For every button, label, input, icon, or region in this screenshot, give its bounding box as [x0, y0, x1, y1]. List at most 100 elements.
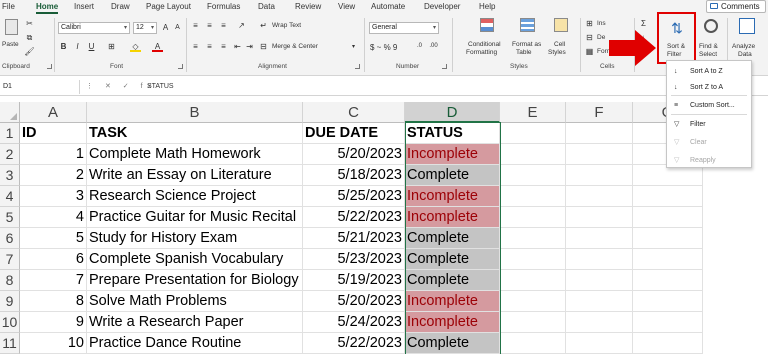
- empty-cell[interactable]: [633, 270, 703, 291]
- font-launcher-icon[interactable]: [178, 64, 183, 69]
- empty-cell[interactable]: [566, 186, 633, 207]
- status-cell[interactable]: Complete: [405, 249, 500, 270]
- empty-cell[interactable]: [566, 249, 633, 270]
- tab-data[interactable]: Data: [258, 0, 275, 14]
- menu-item-sort-z-to-a[interactable]: ↓ Sort Z to A: [667, 81, 751, 95]
- status-cell[interactable]: Incomplete: [405, 312, 500, 333]
- due-date-cell[interactable]: 5/18/2023: [303, 165, 405, 186]
- spreadsheet-grid[interactable]: ABCDEFG1234567891011IDTASKDUE DATESTATUS…: [0, 102, 768, 354]
- empty-cell[interactable]: [633, 249, 703, 270]
- empty-cell[interactable]: [633, 291, 703, 312]
- insert-cells-label[interactable]: Ins: [597, 20, 606, 27]
- status-cell[interactable]: Incomplete: [405, 207, 500, 228]
- empty-cell[interactable]: [566, 291, 633, 312]
- row-header-5[interactable]: 5: [0, 207, 20, 228]
- insert-cells-icon[interactable]: ⊞: [584, 18, 595, 29]
- empty-cell[interactable]: [633, 333, 703, 354]
- status-cell[interactable]: Complete: [405, 333, 500, 354]
- row-header-6[interactable]: 6: [0, 228, 20, 249]
- tab-view[interactable]: View: [338, 0, 355, 14]
- cell-styles-button[interactable]: Cell Styles: [548, 17, 574, 61]
- empty-cell[interactable]: [566, 207, 633, 228]
- status-cell[interactable]: Complete: [405, 228, 500, 249]
- copy-icon[interactable]: ⧉: [24, 32, 35, 43]
- empty-cell[interactable]: [500, 165, 566, 186]
- column-header-b[interactable]: B: [87, 102, 303, 123]
- row-header-2[interactable]: 2: [0, 144, 20, 165]
- id-cell[interactable]: 6: [20, 249, 87, 270]
- empty-cell[interactable]: [633, 165, 703, 186]
- id-cell[interactable]: 3: [20, 186, 87, 207]
- row-header-11[interactable]: 11: [0, 333, 20, 354]
- comments-button[interactable]: Comments: [706, 0, 766, 13]
- tab-insert[interactable]: Insert: [74, 0, 94, 14]
- formula-input[interactable]: STATUS: [147, 80, 174, 94]
- align-bottom-icon[interactable]: ≡: [218, 20, 229, 31]
- empty-cell[interactable]: [633, 186, 703, 207]
- menu-item-filter[interactable]: ▽ Filter: [667, 118, 751, 132]
- analyze-data-button[interactable]: Analyze Data: [729, 15, 765, 61]
- tab-help[interactable]: Help: [479, 0, 495, 14]
- empty-cell[interactable]: [566, 144, 633, 165]
- underline-icon[interactable]: U: [86, 41, 97, 52]
- task-cell[interactable]: Write an Essay on Literature: [87, 165, 303, 186]
- tab-page-layout[interactable]: Page Layout: [146, 0, 191, 14]
- header-cell-id[interactable]: ID: [20, 123, 87, 144]
- empty-cell[interactable]: [566, 165, 633, 186]
- empty-cell[interactable]: [500, 270, 566, 291]
- id-cell[interactable]: 10: [20, 333, 87, 354]
- decrease-font-icon[interactable]: A: [172, 22, 183, 33]
- increase-font-icon[interactable]: A: [160, 22, 171, 33]
- format-cells-icon[interactable]: ▦: [584, 46, 595, 57]
- number-format-dropdown[interactable]: General ▾: [369, 22, 439, 34]
- wrap-text-button[interactable]: Wrap Text: [272, 22, 301, 29]
- id-cell[interactable]: 4: [20, 207, 87, 228]
- due-date-cell[interactable]: 5/23/2023: [303, 249, 405, 270]
- tab-formulas[interactable]: Formulas: [207, 0, 240, 14]
- empty-cell[interactable]: [500, 123, 566, 144]
- id-cell[interactable]: 9: [20, 312, 87, 333]
- formula-bar-icons[interactable]: ⋮ ✕ ✓ fx: [86, 80, 156, 94]
- tab-file[interactable]: File: [2, 0, 15, 14]
- task-cell[interactable]: Practice Dance Routine: [87, 333, 303, 354]
- id-cell[interactable]: 2: [20, 165, 87, 186]
- row-header-7[interactable]: 7: [0, 249, 20, 270]
- empty-cell[interactable]: [500, 207, 566, 228]
- header-cell-status[interactable]: STATUS: [405, 123, 500, 144]
- column-header-d[interactable]: D: [405, 102, 500, 123]
- fill-color-icon[interactable]: ◇: [130, 41, 141, 52]
- due-date-cell[interactable]: 5/22/2023: [303, 207, 405, 228]
- header-cell-task[interactable]: TASK: [87, 123, 303, 144]
- empty-cell[interactable]: [633, 228, 703, 249]
- empty-cell[interactable]: [566, 333, 633, 354]
- name-box[interactable]: D1: [0, 80, 80, 94]
- merge-center-button[interactable]: Merge & Center: [272, 43, 318, 50]
- due-date-cell[interactable]: 5/21/2023: [303, 228, 405, 249]
- column-header-a[interactable]: A: [20, 102, 87, 123]
- increase-indent-icon[interactable]: ⇥: [244, 41, 255, 52]
- decrease-indent-icon[interactable]: ⇤: [232, 41, 243, 52]
- empty-cell[interactable]: [500, 291, 566, 312]
- status-cell[interactable]: Incomplete: [405, 144, 500, 165]
- cut-icon[interactable]: ✂: [24, 18, 35, 29]
- row-header-8[interactable]: 8: [0, 270, 20, 291]
- delete-cells-icon[interactable]: ⊟: [584, 32, 595, 43]
- status-cell[interactable]: Incomplete: [405, 186, 500, 207]
- column-header-c[interactable]: C: [303, 102, 405, 123]
- row-header-3[interactable]: 3: [0, 165, 20, 186]
- empty-cell[interactable]: [500, 186, 566, 207]
- bold-icon[interactable]: B: [58, 41, 69, 52]
- conditional-formatting-button[interactable]: Conditional Formatting: [466, 17, 510, 61]
- font-color-icon[interactable]: A: [152, 41, 163, 52]
- task-cell[interactable]: Practice Guitar for Music Recital: [87, 207, 303, 228]
- empty-cell[interactable]: [500, 228, 566, 249]
- menu-item-sort-a-to-z[interactable]: ↓ Sort A to Z: [667, 65, 751, 79]
- align-middle-icon[interactable]: ≡: [204, 20, 215, 31]
- empty-cell[interactable]: [566, 123, 633, 144]
- empty-cell[interactable]: [633, 312, 703, 333]
- column-header-f[interactable]: F: [566, 102, 633, 123]
- menu-item-custom-sort[interactable]: ≡ Custom Sort...: [667, 99, 751, 113]
- row-header-10[interactable]: 10: [0, 312, 20, 333]
- column-header-e[interactable]: E: [500, 102, 566, 123]
- due-date-cell[interactable]: 5/19/2023: [303, 270, 405, 291]
